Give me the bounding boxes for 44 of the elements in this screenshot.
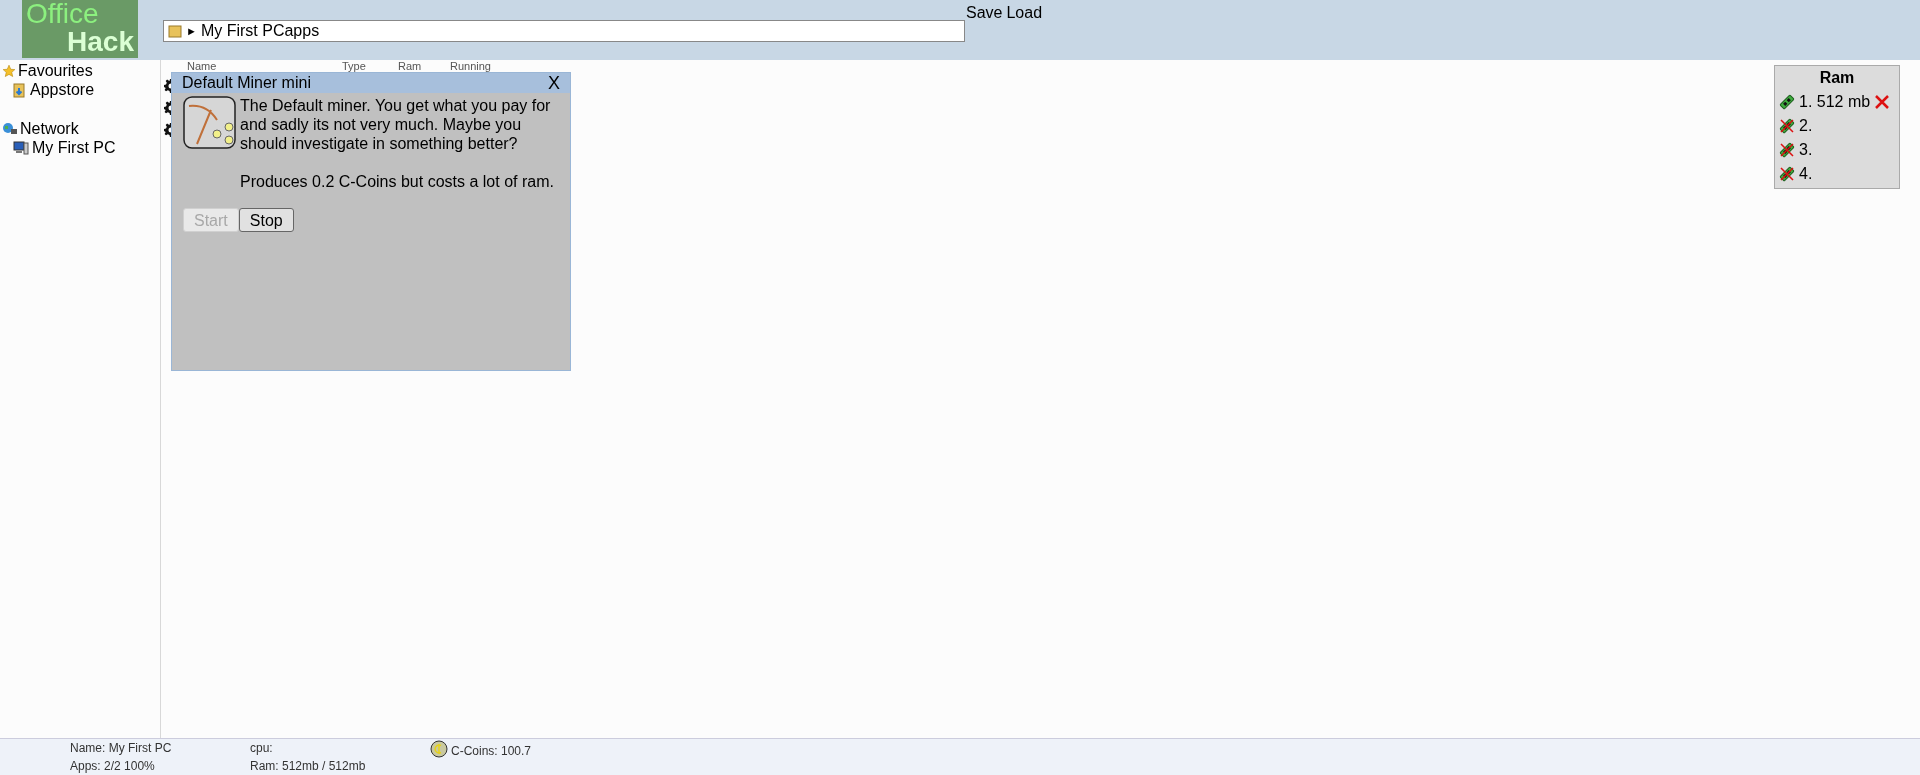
ram-unavailable-icon — [1779, 142, 1795, 158]
ram-slot: 4. — [1775, 162, 1899, 186]
folder-icon — [13, 81, 27, 98]
status-coins: C-Coins: 100.7 — [451, 743, 532, 760]
column-header: Running — [450, 60, 492, 72]
gear-icon — [164, 101, 171, 115]
star-icon — [2, 63, 16, 78]
network-icon — [2, 121, 18, 136]
ram-stick-icon — [1779, 94, 1795, 110]
ram-unavailable-icon — [1779, 118, 1795, 134]
coin-icon — [430, 740, 448, 758]
tree-item[interactable]: Network — [0, 119, 160, 138]
path-separator: ► — [186, 23, 197, 39]
ram-slot: 2. — [1775, 114, 1899, 138]
dialog-production: Produces 0.2 C-Coins but costs a lot of ram. — [240, 172, 555, 191]
ram-slot: 1. 512 mb — [1775, 90, 1899, 114]
status-apps: Apps: 2/2 100% — [70, 759, 156, 773]
pickaxe-icon — [183, 96, 236, 149]
ram-unavailable-icon — [1779, 166, 1795, 182]
menu-link[interactable]: Load — [1006, 1, 1043, 25]
ram-panel-title: Ram — [1819, 68, 1855, 88]
menu-link[interactable]: Save — [966, 1, 1003, 25]
computer-icon — [13, 140, 29, 155]
tree-item[interactable]: Favourites — [0, 61, 160, 80]
folder-icon — [168, 24, 182, 38]
column-header: Name — [187, 60, 218, 72]
column-header: Ram — [398, 60, 423, 72]
close-button[interactable]: X — [548, 74, 560, 92]
tree-item[interactable]: Appstore — [0, 80, 160, 99]
ram-slot: 3. — [1775, 138, 1899, 162]
path-field[interactable]: ► My First PCapps — [163, 20, 965, 42]
column-header: Type — [342, 60, 367, 72]
dialog-description: The Default miner. You get what you pay for and sadly its not very much. Maybe you should investigate in something better? — [240, 96, 552, 153]
gear-icon — [164, 79, 171, 93]
status-ram: Ram: 512mb / 512mb — [250, 759, 367, 773]
stop-button[interactable]: Stop — [238, 208, 294, 232]
remove-icon[interactable] — [1874, 94, 1891, 110]
gear-icon — [164, 123, 171, 137]
tree-item[interactable]: My First PC — [0, 138, 160, 157]
status-cpu: cpu: — [250, 741, 274, 755]
logo: Office Hack — [22, 0, 138, 58]
status-name: Name: My First PC — [70, 741, 173, 755]
path-text: My First PCapps — [200, 21, 320, 41]
dialog-title: Default Miner mini — [182, 73, 311, 93]
